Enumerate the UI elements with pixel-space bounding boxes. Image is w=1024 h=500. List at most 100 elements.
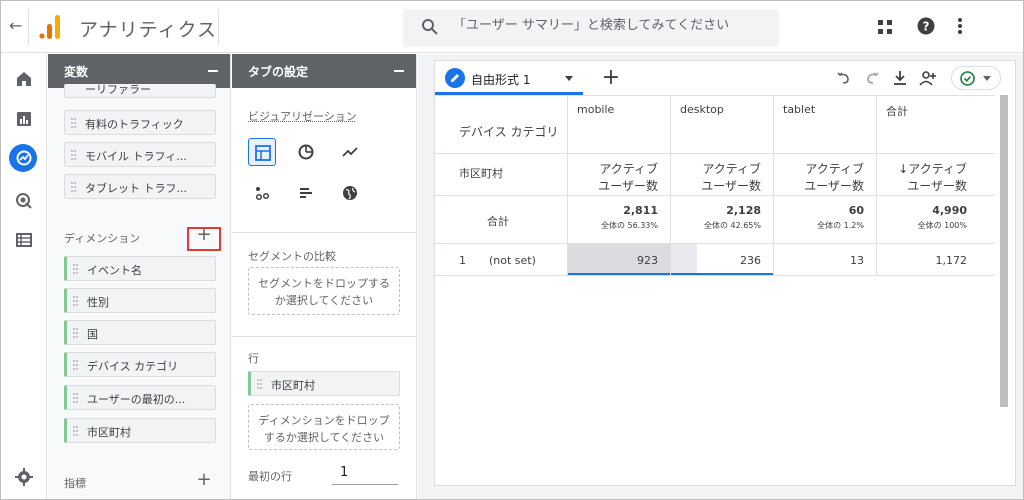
row-label[interactable]: (not set): [489, 254, 536, 267]
total-cell: 4,990 全体の 100%: [877, 204, 967, 231]
grid-line: [435, 195, 995, 196]
divider: [232, 232, 417, 233]
home-icon[interactable]: [13, 68, 35, 90]
search-icon[interactable]: [421, 18, 439, 36]
chip-label: デバイス カテゴリ: [87, 360, 179, 373]
advertising-icon[interactable]: [13, 190, 35, 212]
tab-settings-header: タブの設定: [232, 54, 416, 88]
add-tab-button[interactable]: +: [599, 65, 623, 91]
configure-icon[interactable]: [13, 229, 35, 251]
collapse-icon[interactable]: [208, 70, 218, 72]
data-cell[interactable]: 923: [568, 254, 658, 267]
data-cell[interactable]: 13: [774, 254, 864, 267]
add-metric-button[interactable]: +: [193, 470, 215, 492]
total-cell: 60 全体の 1.2%: [774, 204, 864, 231]
app-window: ← アナリティクス ?: [0, 0, 1024, 500]
grid-line: [435, 153, 995, 154]
drag-handle-icon[interactable]: [71, 117, 76, 129]
svg-text:?: ?: [923, 20, 930, 34]
metric-header-line: ユーザー数: [804, 179, 864, 193]
metric-chip[interactable]: ーリファラー: [64, 83, 216, 98]
viz-table-button[interactable]: [248, 138, 276, 166]
grid-line: [435, 95, 995, 96]
rows-label: 行: [248, 352, 259, 365]
report-area: 自由形式 1 + デバイス カテゴリ 市区町村 mobile desktop t…: [418, 54, 1023, 499]
explore-icon[interactable]: [13, 147, 35, 169]
tab-free-form[interactable]: 自由形式 1: [435, 61, 583, 95]
apps-grid-icon[interactable]: [877, 19, 893, 35]
drag-handle-icon[interactable]: [257, 378, 262, 390]
dropdown-caret-icon[interactable]: [565, 76, 573, 81]
column-header-mobile[interactable]: mobile: [577, 103, 614, 116]
data-quality-button[interactable]: [951, 66, 1001, 90]
drag-handle-icon[interactable]: [73, 425, 78, 437]
metric-header[interactable]: アクティブ ユーザー数: [568, 161, 658, 195]
metric-header-line: アクティブ: [805, 162, 864, 176]
viz-donut-button[interactable]: [292, 138, 320, 166]
drag-handle-icon[interactable]: [73, 295, 78, 307]
column-header-tablet[interactable]: tablet: [783, 103, 815, 116]
chevron-down-icon[interactable]: [983, 76, 991, 81]
divider: [28, 9, 29, 45]
metric-chip[interactable]: タブレット トラフ...: [64, 174, 216, 199]
tab-settings-title: タブの設定: [248, 65, 309, 79]
metric-header[interactable]: ↓アクティブ ユーザー数: [877, 161, 967, 195]
redo-icon[interactable]: [863, 69, 881, 87]
total-percent: 全体の 42.65%: [703, 221, 761, 230]
analytics-logo-icon[interactable]: [39, 15, 61, 39]
metric-chip[interactable]: モバイル トラフィ...: [64, 142, 216, 167]
divider: [218, 9, 219, 45]
viz-geo-button[interactable]: [336, 179, 364, 207]
arrow-left-icon[interactable]: ←: [9, 16, 22, 35]
search-bar[interactable]: [403, 9, 779, 47]
pencil-icon: [445, 68, 465, 88]
drag-handle-icon[interactable]: [71, 149, 76, 161]
input-underline: [332, 484, 398, 485]
vertical-scrollbar[interactable]: [1000, 95, 1008, 407]
chip-label: ーリファラー: [85, 83, 151, 96]
drag-handle-icon[interactable]: [71, 181, 76, 193]
drag-handle-icon[interactable]: [73, 327, 78, 339]
drag-handle-icon[interactable]: [73, 392, 78, 404]
dimension-chip[interactable]: 市区町村: [64, 418, 216, 443]
nav-rail: [1, 54, 47, 499]
bar-chart-icon: [300, 188, 312, 198]
segment-drop-zone[interactable]: セグメントをドロップする か選択してください: [248, 267, 400, 315]
drag-handle-icon[interactable]: [73, 359, 78, 371]
search-input[interactable]: [453, 18, 773, 33]
drop-text: するか選択してください: [263, 431, 385, 444]
settings-icon[interactable]: [13, 466, 35, 488]
viz-bar-button[interactable]: [292, 179, 320, 207]
row-dimension-chip[interactable]: 市区町村: [248, 371, 400, 396]
dimension-chip[interactable]: イベント名: [64, 256, 216, 281]
column-header-desktop[interactable]: desktop: [680, 103, 724, 116]
reports-icon[interactable]: [13, 108, 35, 130]
dimension-chip[interactable]: ユーザーの最初の...: [64, 385, 216, 410]
dimension-chip[interactable]: 国: [64, 320, 216, 345]
metric-chip[interactable]: 有料のトラフィック: [64, 110, 216, 135]
dimension-chip[interactable]: 性別: [64, 288, 216, 313]
viz-scatter-button[interactable]: [248, 179, 276, 207]
data-cell[interactable]: 236: [671, 254, 761, 267]
chip-label: 市区町村: [271, 379, 315, 392]
share-user-icon[interactable]: [919, 69, 937, 87]
dimension-drop-zone[interactable]: ディメンションをドロップ するか選択してください: [248, 404, 400, 450]
metric-header-line: アクティブ: [702, 162, 761, 176]
metric-header[interactable]: アクティブ ユーザー数: [671, 161, 761, 195]
line-chart-icon: [342, 147, 358, 157]
viz-line-button[interactable]: [336, 138, 364, 166]
undo-icon[interactable]: [835, 69, 853, 87]
drag-handle-icon[interactable]: [73, 263, 78, 275]
download-icon[interactable]: [891, 69, 909, 87]
data-cell[interactable]: 1,172: [877, 254, 968, 267]
column-header-total[interactable]: 合計: [886, 103, 908, 119]
dimension-chip[interactable]: デバイス カテゴリ: [64, 352, 216, 377]
collapse-icon[interactable]: [394, 70, 404, 72]
more-vert-icon[interactable]: [957, 16, 963, 36]
first-row-value[interactable]: 1: [340, 465, 348, 480]
segment-compare-label: セグメントの比較: [248, 250, 336, 263]
metric-header-line: ↓アクティブ: [898, 162, 967, 176]
help-icon[interactable]: ?: [917, 17, 935, 35]
metric-header-line: ユーザー数: [701, 179, 761, 193]
metric-header[interactable]: アクティブ ユーザー数: [774, 161, 864, 195]
